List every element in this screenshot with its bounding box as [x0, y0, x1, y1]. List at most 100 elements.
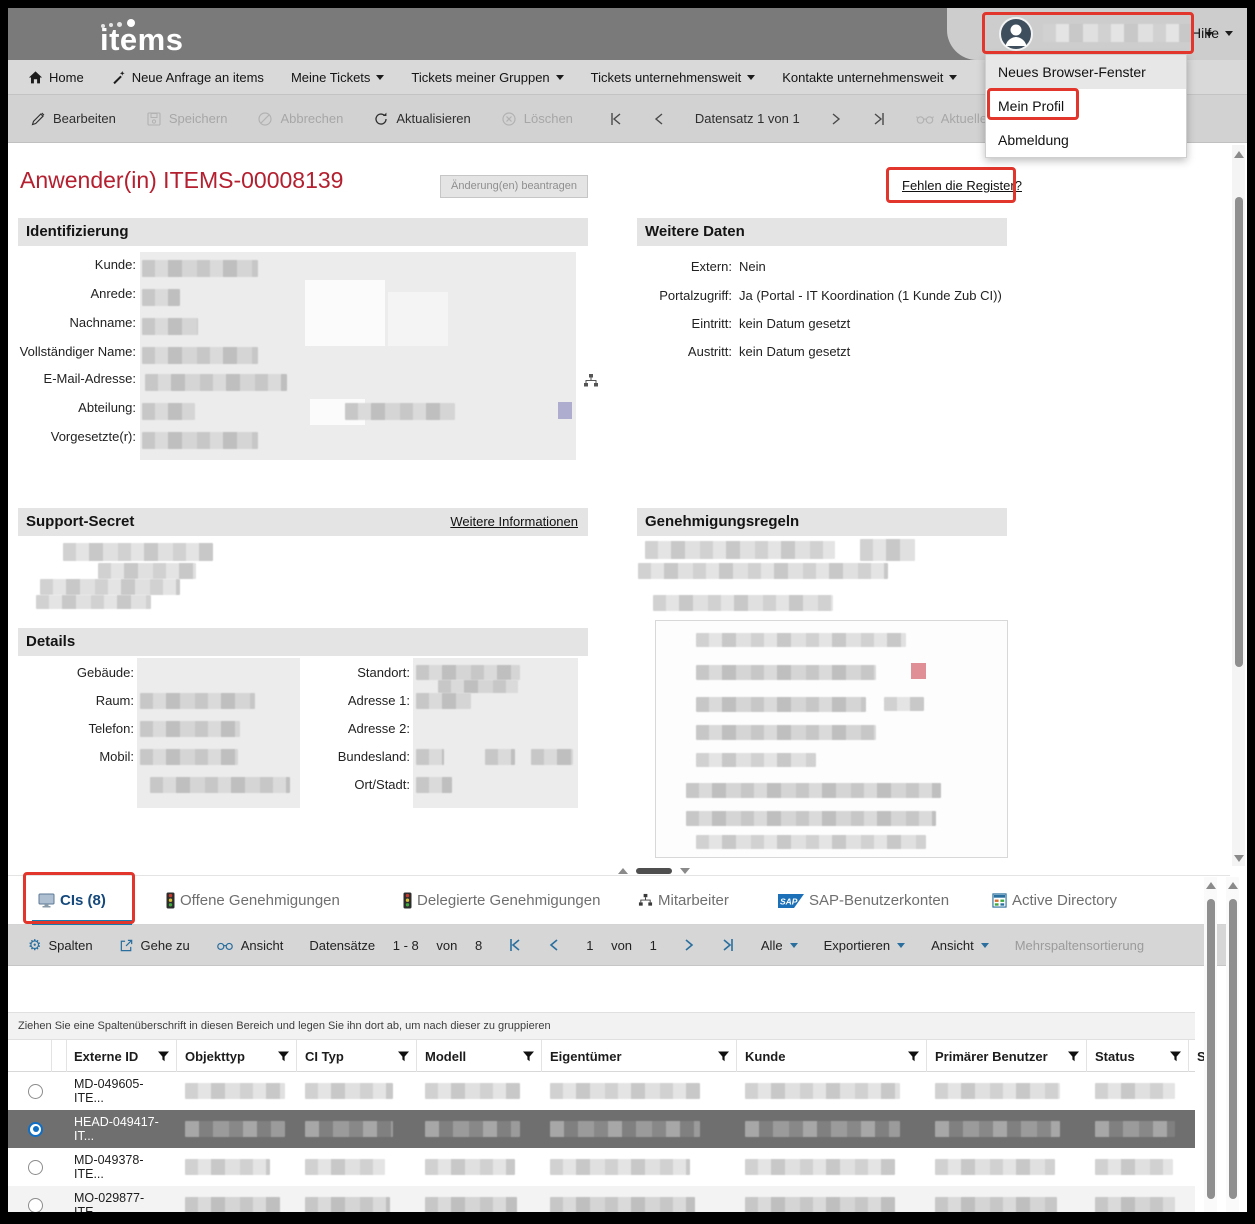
grid-next-page-button[interactable]	[683, 937, 695, 953]
scrollbar-thumb[interactable]	[1235, 197, 1243, 667]
filter-icon[interactable]	[397, 1050, 410, 1063]
help-menu[interactable]: Hilfe	[1191, 25, 1233, 41]
section-header-approval-rules: Genehmigungsregeln	[637, 508, 1007, 536]
records-count: Datensätze 1 - 8 von 8	[309, 938, 482, 953]
scroll-up-arrow[interactable]	[1228, 882, 1238, 889]
row-radio[interactable]	[28, 1198, 43, 1213]
pane-scrollbar-inner[interactable]	[1204, 877, 1217, 1212]
menu-item-logout[interactable]: Abmeldung	[986, 123, 1186, 157]
filter-icon[interactable]	[1067, 1050, 1080, 1063]
redacted-text	[145, 374, 287, 391]
page-size-dropdown[interactable]: Alle	[761, 938, 798, 953]
redacted-text	[98, 563, 196, 579]
collapse-down-icon[interactable]	[680, 868, 690, 874]
cell-externe-id: MD-049378-ITE...	[66, 1148, 177, 1186]
redacted-cell	[745, 1197, 895, 1212]
header-status[interactable]: Status	[1087, 1040, 1189, 1072]
scroll-up-arrow[interactable]	[1206, 882, 1216, 889]
table-row[interactable]: MD-049378-ITE...	[8, 1148, 1195, 1186]
filter-icon[interactable]	[717, 1050, 730, 1063]
columns-button[interactable]: ⚙ Spalten	[28, 936, 93, 954]
splitter-handle[interactable]	[636, 868, 672, 874]
header-primaerer-benutzer[interactable]: Primärer Benutzer	[927, 1040, 1087, 1072]
logo-text: items	[100, 22, 183, 58]
redacted-highlight-cell	[911, 663, 926, 679]
delete-button[interactable]: Löschen	[501, 111, 573, 127]
export-dropdown[interactable]: Exportieren	[824, 938, 905, 953]
redacted-text	[140, 721, 240, 737]
filter-icon[interactable]	[157, 1050, 170, 1063]
row-radio-checked[interactable]	[28, 1122, 43, 1137]
edit-button[interactable]: Bearbeiten	[30, 111, 116, 127]
view-dropdown[interactable]: Ansicht	[931, 938, 989, 953]
header-eigentuemer[interactable]: Eigentümer	[542, 1040, 737, 1072]
tab-delegated-approvals[interactable]: Delegierte Genehmigungen	[403, 876, 600, 925]
row-radio[interactable]	[28, 1160, 43, 1175]
redacted-text	[345, 403, 455, 420]
scrollbar-thumb[interactable]	[1229, 899, 1237, 1199]
grid-page-indicator: 1 von 1	[586, 938, 657, 953]
save-button[interactable]: Speichern	[146, 111, 228, 127]
scrollbar-thumb[interactable]	[1207, 899, 1215, 1199]
nav-company-contacts[interactable]: Kontakte unternehmensweit	[782, 70, 957, 85]
main-scrollbar[interactable]	[1232, 145, 1245, 866]
row-radio[interactable]	[28, 1084, 43, 1099]
request-changes-button[interactable]: Änderung(en) beantragen	[440, 175, 588, 198]
header-objekttyp[interactable]: Objekttyp	[177, 1040, 297, 1072]
next-record-button[interactable]	[830, 111, 842, 127]
collapse-up-icon[interactable]	[618, 868, 628, 874]
table-row[interactable]: MD-049605-ITE...	[8, 1072, 1195, 1110]
field-value: Ja (Portal - IT Koordination (1 Kunde Zu…	[739, 288, 1002, 303]
filter-icon[interactable]	[522, 1050, 535, 1063]
tab-active-directory[interactable]: Active Directory	[992, 876, 1117, 925]
goto-button[interactable]: Gehe zu	[119, 938, 190, 953]
org-chart-icon[interactable]	[583, 373, 599, 389]
header-externe-id[interactable]: Externe ID	[66, 1040, 177, 1072]
missing-register-link[interactable]: Fehlen die Register?	[902, 178, 1022, 193]
nav-new-request[interactable]: Neue Anfrage an items	[111, 70, 264, 85]
chevron-down-icon	[556, 75, 564, 80]
more-information-link[interactable]: Weitere Informationen	[450, 508, 578, 536]
table-row-selected[interactable]: HEAD-049417-IT...	[8, 1110, 1195, 1148]
tab-open-approvals[interactable]: Offene Genehmigungen	[166, 876, 340, 925]
header-kunde[interactable]: Kunde	[737, 1040, 927, 1072]
tab-sap-accounts[interactable]: SAP SAP-Benutzerkonten	[778, 876, 949, 925]
tab-cis[interactable]: CIs (8)	[38, 876, 106, 925]
filter-icon[interactable]	[1169, 1050, 1182, 1063]
cancel-button[interactable]: Abbrechen	[257, 111, 343, 127]
redacted-text	[142, 347, 258, 364]
nav-my-tickets[interactable]: Meine Tickets	[291, 70, 384, 85]
scroll-down-arrow[interactable]	[1234, 855, 1244, 862]
redacted-text	[36, 595, 151, 609]
last-record-icon	[872, 111, 886, 127]
header-partial-column[interactable]: S	[1189, 1040, 1203, 1072]
multisort-button[interactable]: Mehrspaltensortierung	[1015, 938, 1144, 953]
glasses-icon	[916, 111, 934, 127]
scroll-up-arrow[interactable]	[1234, 151, 1244, 158]
redacted-text	[140, 693, 255, 709]
section-header-identification: Identifizierung	[18, 218, 588, 246]
nav-company-tickets[interactable]: Tickets unternehmensweit	[591, 70, 756, 85]
last-record-button[interactable]	[872, 111, 886, 127]
filter-icon[interactable]	[277, 1050, 290, 1063]
approval-rules-card	[655, 620, 1008, 858]
menu-item-new-browser-window[interactable]: Neues Browser-Fenster	[986, 55, 1186, 89]
nav-home[interactable]: Home	[28, 70, 84, 85]
header-ci-typ[interactable]: CI Typ	[297, 1040, 417, 1072]
pane-splitter[interactable]	[8, 866, 1230, 875]
view-button[interactable]: Ansicht	[216, 938, 284, 953]
nav-group-tickets[interactable]: Tickets meiner Gruppen	[411, 70, 563, 85]
menu-item-my-profile[interactable]: Mein Profil	[986, 89, 1186, 123]
grid-last-page-button[interactable]	[721, 937, 735, 953]
filter-icon[interactable]	[907, 1050, 920, 1063]
table-row[interactable]: MO-029877-ITE...	[8, 1186, 1195, 1212]
user-avatar[interactable]	[999, 17, 1033, 51]
first-record-button[interactable]	[609, 111, 623, 127]
prev-record-button[interactable]	[653, 111, 665, 127]
grid-prev-page-button[interactable]	[548, 937, 560, 953]
refresh-button[interactable]: Aktualisieren	[373, 111, 470, 127]
header-modell[interactable]: Modell	[417, 1040, 542, 1072]
tab-employees[interactable]: Mitarbeiter	[638, 876, 729, 925]
pane-scrollbar-outer[interactable]	[1226, 877, 1239, 1212]
grid-first-page-button[interactable]	[508, 937, 522, 953]
